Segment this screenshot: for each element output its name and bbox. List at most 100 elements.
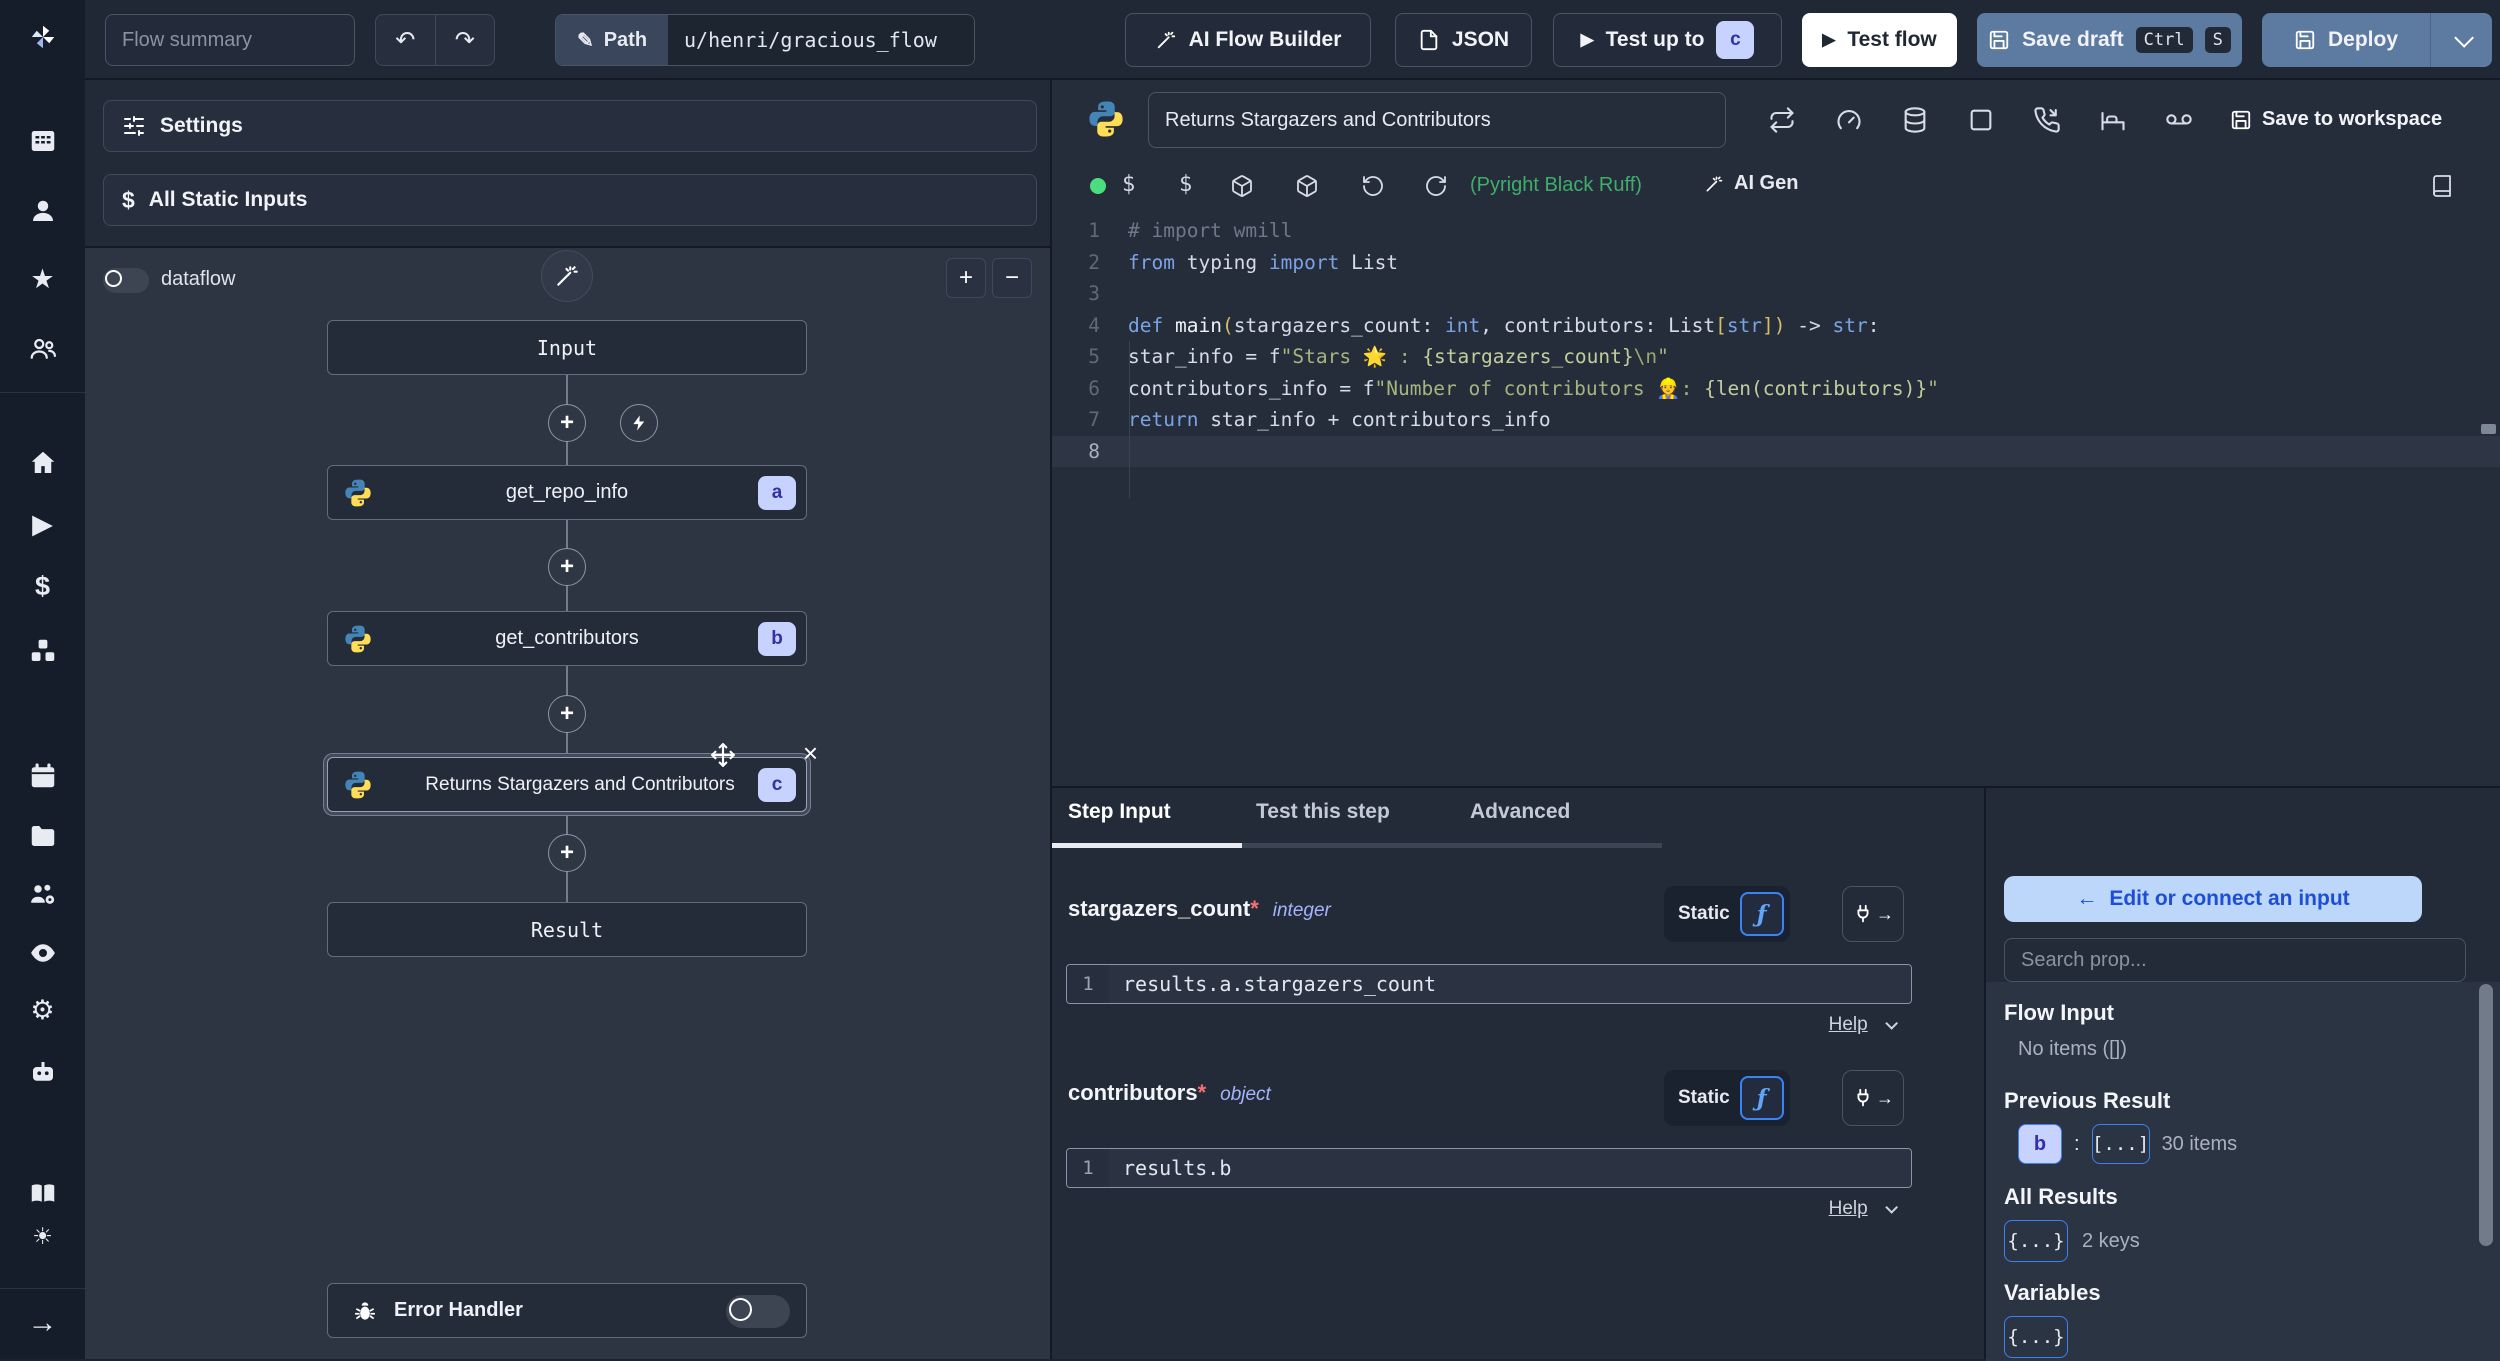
move-node-handle[interactable] [710,742,736,774]
static-expr-toggle[interactable]: Static ƒ [1664,1070,1790,1126]
save-to-workspace-button[interactable]: Save to workspace [2230,108,2442,131]
insert-step-button[interactable]: + [548,404,586,442]
help-link[interactable]: Help [1829,1014,1868,1035]
code-line[interactable]: 3 [1052,278,2500,310]
code-line[interactable]: 2 from typing import List [1052,247,2500,279]
explore-assets-button[interactable] [1224,168,1260,204]
runs-play-icon[interactable]: ▶ [0,507,85,541]
python-icon [345,771,371,799]
schedules-calendar-icon[interactable] [0,757,85,791]
windmill-logo-icon[interactable] [0,18,85,52]
settings-gear-icon[interactable]: ⚙ [0,993,85,1027]
code-line[interactable]: 6 contributors_info = f"Number of contri… [1052,373,2500,405]
chevron-down-icon[interactable] [1885,1201,1898,1214]
ai-graph-wand-button[interactable] [541,250,593,302]
audit-eye-icon[interactable] [0,934,85,968]
insert-step-button[interactable]: + [548,695,586,733]
edit-or-connect-button[interactable]: ← Edit or connect an input [2004,876,2422,922]
error-handler-node[interactable]: Error Handler [327,1283,807,1338]
test-up-to-button[interactable]: ▶ Test up to c [1553,13,1782,67]
zoom-out-button[interactable]: − [992,258,1032,298]
trigger-bolt-button[interactable] [620,404,658,442]
tab-step-input[interactable]: Step Input [1068,800,1171,824]
path-chip[interactable]: ✎ Path u/henri/gracious_flow [555,14,975,66]
prev-result-expand-badge[interactable]: [...] [2091,1124,2150,1164]
help-link[interactable]: Help [1829,1198,1868,1219]
redo-button[interactable]: ↷ [436,15,495,65]
favorites-star-icon[interactable]: ★ [0,262,85,296]
expression-input-contributors[interactable]: 1 results.b [1066,1148,1912,1188]
chevron-down-icon[interactable] [1885,1017,1898,1030]
ai-flow-builder-button[interactable]: AI Flow Builder [1125,13,1371,67]
all-static-inputs-button[interactable]: $ All Static Inputs [103,174,1037,226]
cache-button[interactable] [1897,102,1933,138]
reset-code-button[interactable] [1355,168,1391,204]
code-line[interactable]: 7 return star_info + contributors_info [1052,404,2500,436]
tab-test-this-step[interactable]: Test this step [1256,800,1390,824]
connect-plug-button[interactable]: → [1842,886,1904,942]
lint-tools-label[interactable]: (Pyright Black Ruff) [1470,174,1642,197]
insert-step-button[interactable]: + [548,834,586,872]
node-get-repo-info[interactable]: get_repo_info a [327,465,807,520]
code-line[interactable]: 8 [1052,435,2500,467]
groups-icon[interactable] [0,330,85,364]
expand-sidebar-arrow-icon[interactable]: → [0,1306,85,1340]
docs-book-icon[interactable] [0,1174,85,1208]
deploy-button[interactable]: Deploy [2262,13,2430,67]
json-button[interactable]: JSON [1395,13,1532,67]
tab-track[interactable] [1242,843,1662,848]
retries-button[interactable] [1764,102,1800,138]
code-line[interactable]: 4 def main(stargazers_count: int, contrib… [1052,310,2500,342]
all-results-expand-badge[interactable]: {...} [2004,1220,2068,1262]
theme-sun-icon[interactable]: ☀ [0,1219,85,1253]
add-variable-button[interactable]: $ [1122,172,1135,197]
delete-node-button[interactable]: × [803,738,818,769]
code-line[interactable]: 5 star_info = f"Stars 🌟 : {stargazers_co… [1052,341,2500,373]
suspend-button[interactable] [2029,102,2065,138]
node-result[interactable]: Result [327,902,807,957]
dataflow-toggle[interactable] [103,268,149,293]
dependencies-button[interactable] [1289,168,1325,204]
resources-cubes-icon[interactable] [0,632,85,666]
editor-scrollbar-marker[interactable] [2481,424,2496,434]
folders-icon[interactable] [0,817,85,851]
expression-input-stargazers[interactable]: 1 results.a.stargazers_count [1066,964,1912,1004]
ai-robot-icon[interactable] [0,1053,85,1087]
flow-settings-button[interactable]: Settings [103,100,1037,152]
path-value[interactable]: u/henri/gracious_flow [668,15,974,65]
early-stop-gauge-button[interactable] [1831,102,1867,138]
save-draft-button[interactable]: Save draft Ctrl S [1977,13,2242,67]
undo-button[interactable]: ↶ [376,15,436,65]
workspace-icon[interactable] [0,122,85,156]
step-name-input[interactable] [1148,92,1726,148]
static-expr-toggle[interactable]: Static ƒ [1664,886,1790,942]
insert-step-button[interactable]: + [548,548,586,586]
workers-icon[interactable] [0,875,85,909]
node-input[interactable]: Input [327,320,807,375]
script-library-button[interactable] [2424,168,2460,204]
sleep-button[interactable] [2095,102,2131,138]
code-line[interactable]: 1 # import wmill [1052,215,2500,247]
connect-plug-button[interactable]: → [1842,1070,1904,1126]
variables-dollar-icon[interactable]: $ [0,569,85,603]
tab-advanced[interactable]: Advanced [1470,800,1570,824]
node-get-contributors[interactable]: get_contributors b [327,611,807,666]
deploy-dropdown-button[interactable] [2430,13,2492,67]
home-icon[interactable] [0,444,85,478]
ai-gen-button[interactable]: AI Gen [1704,172,1798,195]
mock-button[interactable] [1963,102,1999,138]
code-editor[interactable]: 1 # import wmill 2 from typing import List 3… [1052,215,2500,786]
flow-summary-input[interactable] [105,14,355,66]
error-handler-toggle[interactable] [726,1295,790,1328]
variables-expand-badge[interactable]: {...} [2004,1316,2068,1358]
add-resource-button[interactable]: $ [1179,172,1192,197]
search-prop-input[interactable] [2004,938,2466,982]
user-icon[interactable] [0,192,85,226]
node-returns-stargazers-selected[interactable]: Returns Stargazers and Contributors c × [327,738,818,812]
reload-button[interactable] [1418,168,1454,204]
connect-scrollbar[interactable] [2479,984,2493,1246]
zoom-in-button[interactable]: + [946,258,986,298]
prev-result-key-badge[interactable]: b [2018,1124,2062,1164]
test-flow-button[interactable]: ▶ Test flow [1802,13,1957,67]
lifetime-button[interactable] [2161,102,2197,138]
